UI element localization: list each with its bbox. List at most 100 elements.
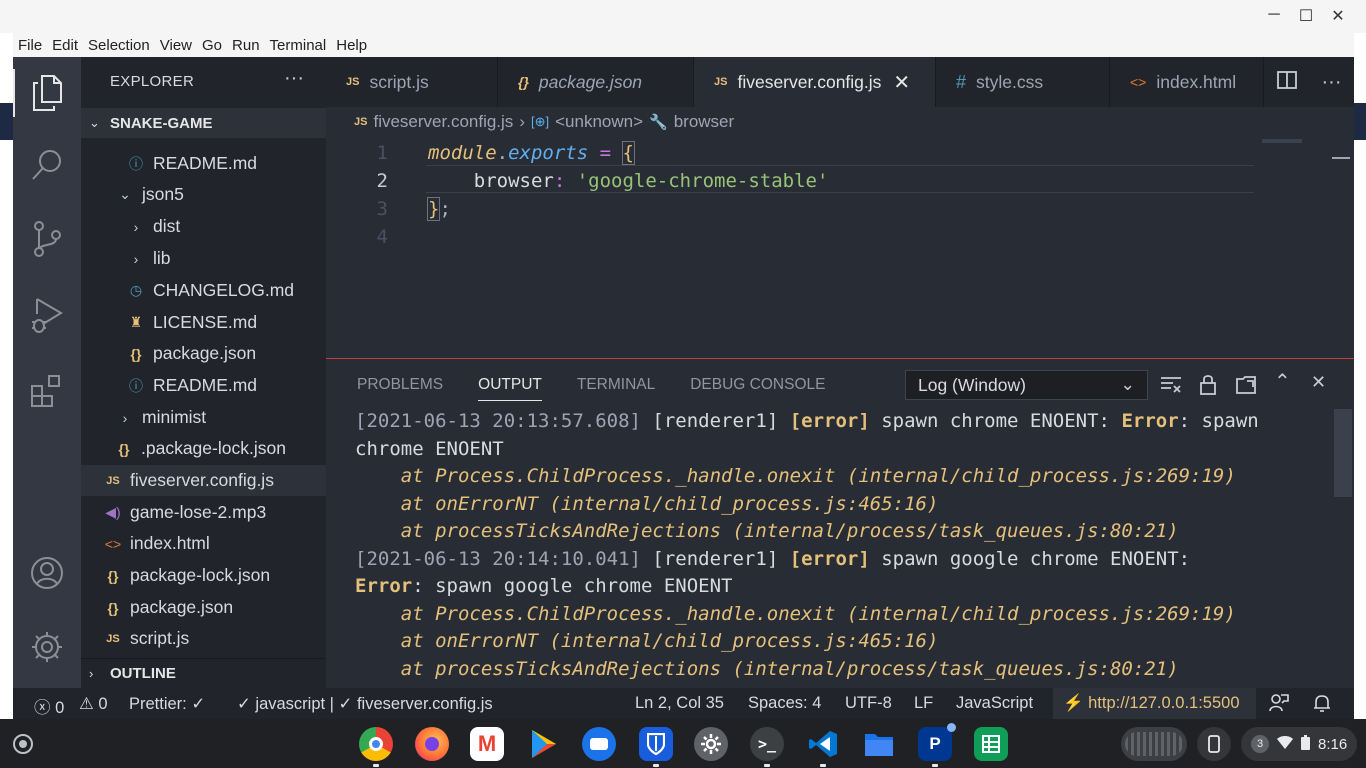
code-editor[interactable]: JS fiveserver.config.js › [⊕] <unknown> …: [326, 107, 1354, 358]
tree-item-index-html[interactable]: <> index.html: [81, 528, 326, 559]
menu-selection[interactable]: Selection: [83, 37, 155, 54]
messages-app-icon[interactable]: [582, 727, 616, 761]
menu-view[interactable]: View: [155, 37, 197, 54]
eol-status[interactable]: LF: [914, 694, 933, 713]
panel-scrollbar[interactable]: [1334, 409, 1352, 497]
accounts-icon[interactable]: [27, 553, 67, 593]
tree-folder-json5[interactable]: ⌄ json5: [81, 179, 326, 210]
system-tray[interactable]: 3 8:16: [1241, 727, 1357, 761]
tree-item-package-lock[interactable]: {} package-lock.json: [81, 560, 326, 591]
firefox-app-icon[interactable]: [415, 727, 449, 761]
folder-section-header[interactable]: ⌄ SNAKE-GAME: [81, 108, 326, 138]
editor-tab-bar: JS script.js {} package.json JS fiveserver.…: [326, 57, 1354, 107]
settings-app-icon[interactable]: [694, 727, 728, 761]
title-bar: ─ ☐ ✕: [0, 0, 1366, 33]
background-edge-right: [1354, 33, 1366, 688]
lock-scroll-icon[interactable]: [1199, 374, 1217, 401]
files-app-icon[interactable]: [862, 727, 896, 761]
tree-folder-dist[interactable]: › dist: [81, 211, 326, 242]
eslint-status[interactable]: ✓ javascript | ✓ fiveserver.config.js: [237, 694, 493, 714]
minimap[interactable]: [1262, 139, 1302, 143]
errors-status[interactable]: ⓧ 0: [34, 694, 64, 718]
menu-file[interactable]: File: [13, 37, 47, 54]
extensions-icon[interactable]: [27, 371, 67, 411]
tree-item-changelog[interactable]: ◷ CHANGELOG.md: [81, 275, 326, 306]
notifications-bell-icon[interactable]: [1313, 693, 1331, 718]
more-actions-icon[interactable]: ···: [1322, 71, 1342, 94]
cursor-position[interactable]: Ln 2, Col 35: [635, 694, 724, 713]
tree-folder-minimist[interactable]: › minimist: [81, 402, 326, 433]
run-debug-icon[interactable]: [27, 295, 67, 335]
tree-item-script-js[interactable]: JS script.js: [81, 623, 326, 654]
tree-item-package-lock-hidden[interactable]: {} .package-lock.json: [81, 433, 326, 464]
chrome-app-icon[interactable]: [359, 727, 393, 767]
log-line: [2021-06-13 20:14:10.041] [renderer1] [e…: [355, 547, 1191, 570]
phone-hub-icon[interactable]: [1197, 727, 1231, 761]
output-channel-select[interactable]: Log (Window) ⌄: [905, 370, 1148, 400]
live-server-status[interactable]: ⚡ http://127.0.0.1:5500: [1053, 688, 1256, 719]
breadcrumb-symbol[interactable]: <unknown>: [555, 112, 643, 132]
sheets-app-icon[interactable]: [974, 727, 1008, 761]
tree-item-package-json[interactable]: {} package.json: [81, 338, 326, 369]
editor-scrollbar[interactable]: [1332, 157, 1350, 159]
terminal-app-icon[interactable]: >_: [750, 727, 784, 767]
playstation-app-icon[interactable]: P: [918, 723, 956, 767]
tab-style-css[interactable]: # style.css: [936, 57, 1110, 107]
tab-terminal[interactable]: TERMINAL: [577, 376, 655, 401]
tab-problems[interactable]: PROBLEMS: [357, 376, 443, 401]
log-line: [2021-06-13 20:13:57.608] [renderer1] [e…: [355, 410, 1259, 432]
minimize-button[interactable]: ─: [1264, 6, 1284, 24]
close-window-button[interactable]: ✕: [1328, 6, 1348, 26]
tab-package-json[interactable]: {} package.json: [498, 57, 694, 107]
tree-item-fiveserver-config[interactable]: JS fiveserver.config.js: [81, 465, 326, 496]
settings-gear-icon[interactable]: [27, 627, 67, 667]
tree-item-package-json[interactable]: {} package.json: [81, 592, 326, 623]
tree-item-readme[interactable]: ⓘ README.md: [81, 370, 326, 401]
tab-fiveserver-config[interactable]: JS fiveserver.config.js ✕: [694, 57, 936, 107]
search-icon[interactable]: [27, 145, 67, 185]
wrench-icon: 🔧: [649, 114, 668, 131]
tree-item-game-lose-mp3[interactable]: ◀) game-lose-2.mp3: [81, 497, 326, 528]
feedback-icon[interactable]: [1269, 693, 1289, 718]
source-control-icon[interactable]: [27, 219, 67, 259]
tree-item-license[interactable]: ♜ LICENSE.md: [81, 307, 326, 338]
tab-debug-console[interactable]: DEBUG CONSOLE: [690, 376, 825, 401]
split-editor-icon[interactable]: [1276, 70, 1297, 94]
line-number: 3: [376, 198, 388, 220]
tree-folder-lib[interactable]: › lib: [81, 243, 326, 274]
gmail-app-icon[interactable]: M: [470, 727, 504, 761]
tab-script-js[interactable]: JS script.js: [326, 57, 498, 107]
breadcrumb-symbol[interactable]: browser: [674, 112, 734, 132]
tab-output[interactable]: OUTPUT: [478, 376, 542, 401]
clear-output-icon[interactable]: [1160, 374, 1182, 399]
json-icon: {}: [518, 74, 529, 90]
code-lines: 1 module.exports = { 2 browser: 'google-…: [326, 139, 1266, 251]
explorer-icon[interactable]: [27, 73, 67, 113]
warnings-status[interactable]: ⚠ 0: [79, 694, 108, 714]
play-store-app-icon[interactable]: [527, 727, 561, 761]
background-edge-left: [0, 33, 13, 688]
menu-go[interactable]: Go: [197, 37, 227, 54]
prettier-status[interactable]: Prettier: ✓: [129, 694, 205, 714]
maximize-button[interactable]: ☐: [1296, 6, 1316, 26]
maximize-panel-icon[interactable]: ⌃: [1274, 369, 1291, 394]
close-panel-icon[interactable]: ✕: [1311, 372, 1326, 393]
open-log-file-icon[interactable]: [1235, 374, 1257, 401]
indentation-status[interactable]: Spaces: 4: [748, 694, 821, 713]
menu-help[interactable]: Help: [331, 37, 372, 54]
outline-section-header[interactable]: › OUTLINE: [81, 658, 326, 688]
menu-terminal[interactable]: Terminal: [265, 37, 332, 54]
close-tab-icon[interactable]: ✕: [893, 70, 910, 95]
breadcrumb-file[interactable]: fiveserver.config.js: [373, 112, 513, 132]
menu-edit[interactable]: Edit: [47, 37, 83, 54]
window-preview-thumbnail[interactable]: [1121, 727, 1187, 761]
encoding-status[interactable]: UTF-8: [845, 694, 892, 713]
launcher-icon[interactable]: [13, 734, 33, 754]
vscode-app-icon[interactable]: [806, 727, 840, 767]
tab-index-html[interactable]: <> index.html: [1110, 57, 1264, 107]
tree-item-readme[interactable]: ⓘ README.md: [81, 148, 326, 179]
menu-run[interactable]: Run: [227, 37, 265, 54]
language-mode[interactable]: JavaScript: [956, 694, 1033, 713]
more-actions-icon[interactable]: ···: [284, 67, 304, 90]
bitwarden-app-icon[interactable]: [639, 727, 673, 767]
